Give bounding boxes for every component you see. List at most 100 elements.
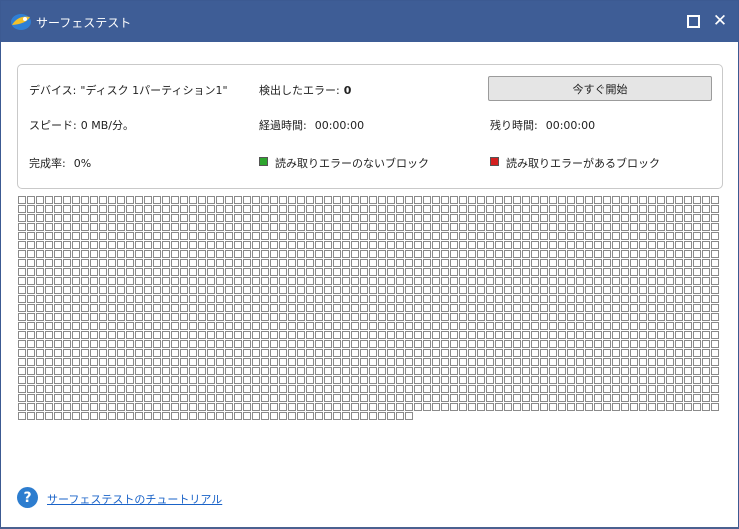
disk-block (90, 205, 98, 213)
disk-block (324, 259, 332, 267)
maximize-button[interactable] (681, 9, 705, 33)
disk-block (99, 403, 107, 411)
disk-block (162, 313, 170, 321)
start-now-button[interactable]: 今すぐ開始 (488, 76, 712, 101)
disk-block (117, 223, 125, 231)
disk-block (648, 232, 656, 240)
disk-block (504, 250, 512, 258)
disk-block (711, 259, 719, 267)
disk-block (243, 205, 251, 213)
disk-block (252, 358, 260, 366)
disk-block (549, 295, 557, 303)
disk-block (621, 376, 629, 384)
disk-block (234, 259, 242, 267)
disk-block (63, 277, 71, 285)
disk-block (351, 367, 359, 375)
legend-ok-label: 読み取りエラーのないブロック (275, 157, 429, 170)
close-button[interactable]: ✕ (708, 9, 732, 33)
disk-block (171, 385, 179, 393)
disk-block (702, 250, 710, 258)
tutorial-link[interactable]: サーフェステストのチュートリアル (47, 491, 222, 507)
disk-block (27, 412, 35, 420)
disk-block (333, 385, 341, 393)
disk-block (108, 313, 116, 321)
close-icon: ✕ (712, 11, 728, 31)
disk-block (288, 385, 296, 393)
legend-error: 読み取りエラーがあるブロック (490, 155, 660, 171)
disk-block (324, 241, 332, 249)
disk-block (450, 250, 458, 258)
disk-block (630, 367, 638, 375)
disk-block (603, 376, 611, 384)
disk-block (666, 349, 674, 357)
disk-block (108, 349, 116, 357)
disk-block (144, 349, 152, 357)
disk-block (162, 241, 170, 249)
disk-block (684, 331, 692, 339)
disk-block (441, 223, 449, 231)
disk-block (477, 223, 485, 231)
disk-block (162, 340, 170, 348)
disk-block (189, 268, 197, 276)
disk-block (531, 205, 539, 213)
disk-block (450, 196, 458, 204)
disk-block (441, 250, 449, 258)
disk-block (585, 214, 593, 222)
disk-block (459, 331, 467, 339)
disk-block (387, 349, 395, 357)
disk-block (315, 367, 323, 375)
disk-block (54, 394, 62, 402)
disk-block (675, 349, 683, 357)
disk-block (27, 304, 35, 312)
disk-block (180, 277, 188, 285)
disk-block (324, 358, 332, 366)
question-circle-icon[interactable]: ? (17, 487, 38, 508)
disk-block (288, 376, 296, 384)
disk-block (711, 403, 719, 411)
disk-block (225, 349, 233, 357)
disk-block (558, 358, 566, 366)
disk-block (468, 358, 476, 366)
disk-block (225, 358, 233, 366)
disk-block (198, 349, 206, 357)
disk-block (162, 304, 170, 312)
disk-block (405, 277, 413, 285)
disk-block (693, 223, 701, 231)
disk-block (216, 232, 224, 240)
disk-block (360, 358, 368, 366)
disk-block (171, 322, 179, 330)
disk-block (531, 277, 539, 285)
disk-block (369, 223, 377, 231)
disk-block (711, 295, 719, 303)
disk-block (252, 385, 260, 393)
disk-block (81, 322, 89, 330)
disk-block (630, 277, 638, 285)
disk-block (162, 349, 170, 357)
disk-block (171, 223, 179, 231)
disk-block (117, 205, 125, 213)
disk-block (90, 223, 98, 231)
disk-block (630, 232, 638, 240)
disk-block (135, 286, 143, 294)
disk-block (279, 241, 287, 249)
disk-block (216, 268, 224, 276)
disk-block (495, 196, 503, 204)
disk-block (585, 241, 593, 249)
disk-block (81, 214, 89, 222)
disk-block (468, 376, 476, 384)
disk-block (576, 394, 584, 402)
disk-block (702, 232, 710, 240)
disk-block (639, 268, 647, 276)
disk-block (396, 223, 404, 231)
disk-block (477, 295, 485, 303)
disk-block (324, 385, 332, 393)
disk-block (567, 340, 575, 348)
disk-block (432, 376, 440, 384)
disk-block (585, 331, 593, 339)
disk-block (423, 331, 431, 339)
disk-block (162, 205, 170, 213)
disk-block (567, 304, 575, 312)
disk-block (270, 277, 278, 285)
disk-block (702, 214, 710, 222)
disk-block (477, 268, 485, 276)
